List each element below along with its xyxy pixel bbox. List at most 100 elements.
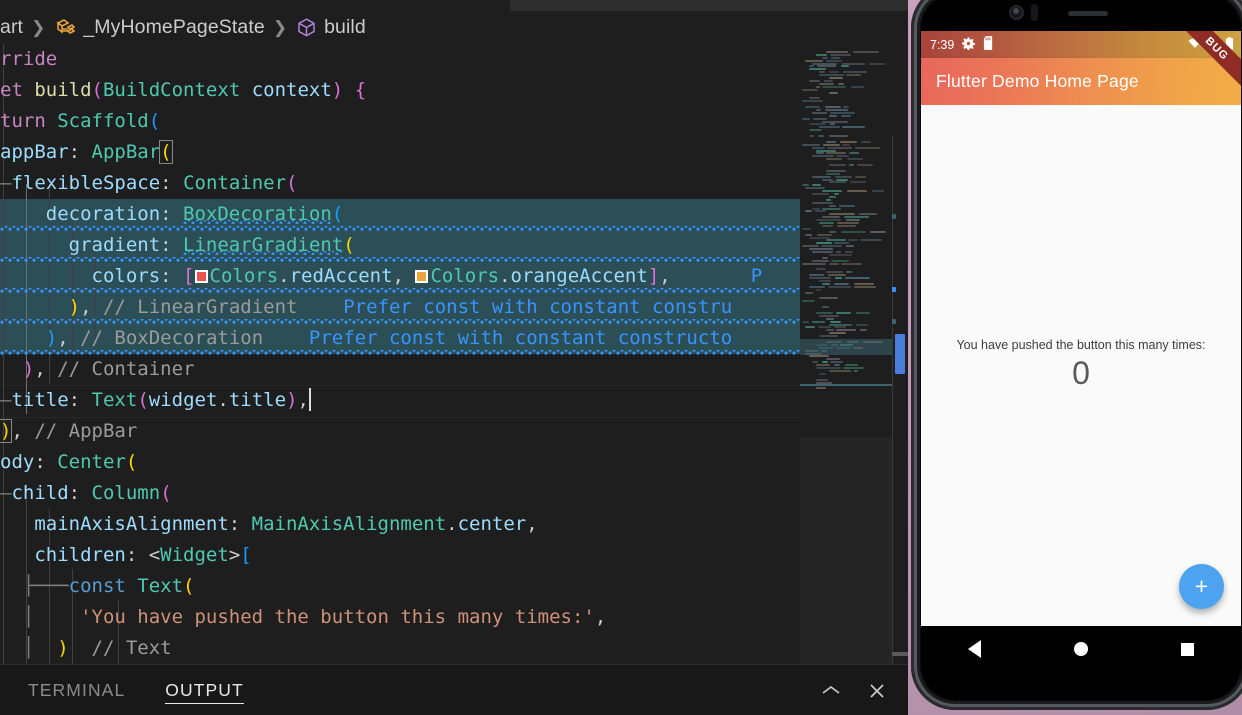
code-token: orangeAccent [510,265,648,287]
minimap-code-line [858,213,878,216]
code-token: : [68,482,92,504]
lint-squiggle-underline [0,319,800,324]
code-token: , [659,265,671,287]
code-token: widget [148,389,218,411]
minimap-code-line [850,85,864,88]
code-token: , [80,296,92,318]
chevron-right-icon-2: ❯ [272,17,288,37]
scrollbar-bottom-handle[interactable] [892,652,908,656]
close-panel-button[interactable] [862,676,892,706]
minimap-code-line [843,367,865,369]
minimap-code-line [829,323,853,326]
code-token: AppBar [91,141,161,163]
back-button[interactable] [967,640,981,658]
minimap-code-line [829,262,839,265]
code-token: 'You have pushed the button this many ti… [80,606,595,628]
minimap-code-line [802,184,809,187]
minimap-code-line [815,85,820,88]
minimap-code-line [829,164,847,166]
minimap-code-line [822,361,828,364]
minimap-code-line [823,143,840,146]
minimap-code-line [830,361,843,364]
code-token: Prefer const with constant constru [297,296,733,318]
flutter-app-screen[interactable]: 7:39 Flutter Demo Home Page BUG You have… [921,31,1241,626]
editor-scrollbar[interactable] [892,44,908,664]
device-preview-stage: 7:39 Flutter Demo Home Page BUG You have… [908,0,1242,715]
minimap-code-line [833,193,839,195]
code-token: build [34,79,92,101]
code-token: , [34,358,46,380]
minimap-code-line [812,259,829,262]
code-line-content: gradient: LinearGradient( [0,234,355,256]
maximize-panel-button[interactable] [816,676,846,706]
matching-bracket: ) [0,419,13,443]
minimap-code-line [854,146,880,149]
breadcrumb-item-class[interactable]: _MyHomePageState [54,16,265,39]
minimap-code-line [859,329,867,332]
minimap-code-line [802,320,809,323]
phone-screen[interactable]: 7:39 Flutter Demo Home Page BUG You have… [921,0,1241,700]
increment-fab-button[interactable]: + [1179,564,1224,609]
minimap-code-line [815,311,833,314]
minimap-code-line [822,56,829,59]
minimap-code-line [815,364,831,367]
minimap-code-line [802,300,816,303]
code-token: . [499,265,511,287]
minimap-code-line [833,326,846,329]
minimap-code-line [857,164,874,166]
home-button[interactable] [1073,642,1088,656]
code-token: Scaffold [57,110,149,132]
tab-strip-empty-area [510,0,908,11]
minimap-viewport-slider[interactable] [800,437,892,664]
minimap-code-line [815,53,828,56]
code-token: , [297,389,309,411]
code-token: // BoxDecoration [68,327,264,349]
minimap-code-line [808,285,825,288]
breadcrumb-item-file[interactable]: art [0,16,23,39]
minimap-code-line [805,187,826,190]
editor-minimap[interactable] [800,44,892,664]
minimap-code-line [808,274,824,277]
recents-button[interactable] [1181,642,1195,656]
minimap-code-line [822,224,833,227]
minimap-code-line [812,193,829,195]
code-token: title [11,389,69,411]
minimap-code-line [819,126,840,129]
code-token: BuildContext [102,79,241,101]
code-token: : [68,141,92,163]
panel-tab-terminal[interactable]: TERMINAL [28,665,125,715]
code-line-content: │ 'You have pushed the button this many … [0,606,606,628]
minimap-code-line [841,62,865,65]
code-token: ( [286,172,298,194]
code-token: mainAxisAlignment [0,513,229,535]
code-token: . [278,265,290,287]
minimap-code-line [822,306,829,309]
minimap-code-line [802,143,821,146]
phone-notch-area [921,0,1241,31]
code-editor[interactable]: rride et build(BuildContext context) {tur… [0,44,800,664]
minimap-code-line [808,236,830,239]
minimap-code-line [824,106,841,108]
breadcrumb-item-method[interactable]: build [296,16,366,39]
minimap-code-line [815,367,842,369]
panel-tab-output[interactable]: OUTPUT [165,665,244,715]
code-line-content: ), // AppBar [0,419,137,443]
minimap-code-line [829,369,851,372]
minimap-code-line [846,271,852,274]
code-token: Widget [160,544,229,566]
code-token: ) [286,389,298,411]
minimap-code-line [830,111,855,114]
push-counter-label: You have pushed the button this many tim… [956,337,1206,352]
minimap-code-line [828,285,851,288]
active-tab[interactable] [0,0,510,11]
minimap-code-line [805,210,812,213]
code-token: : [68,389,92,411]
code-token: ) [331,79,344,101]
minimap-code-line [815,387,827,390]
code-token: │ [0,606,81,628]
minimap-code-line [855,311,871,314]
minimap-code-line [812,175,832,178]
minimap-code-line [836,222,860,224]
minimap-code-line [812,207,820,210]
code-token: : [160,265,184,287]
